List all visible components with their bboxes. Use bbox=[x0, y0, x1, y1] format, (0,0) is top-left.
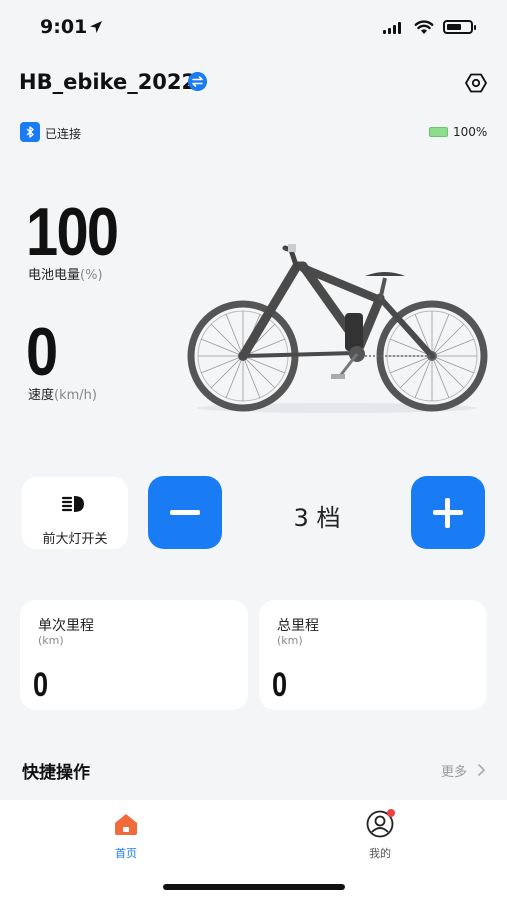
quick-actions-more-link[interactable]: 更多 bbox=[441, 761, 467, 780]
cellular-signal-icon bbox=[383, 22, 401, 34]
connection-status: 已连接 bbox=[45, 127, 82, 141]
total-mileage-title: 总里程 bbox=[277, 618, 319, 634]
speed-value: 0 bbox=[26, 314, 58, 390]
total-mileage-card: 总里程 (km) 0 bbox=[259, 600, 487, 710]
home-icon[interactable] bbox=[113, 812, 139, 836]
location-arrow-icon bbox=[90, 21, 102, 33]
tab-home[interactable]: 首页 bbox=[100, 845, 152, 861]
status-battery-icon bbox=[443, 20, 476, 34]
headlight-label: 前大灯开关 bbox=[42, 532, 108, 547]
wifi-icon bbox=[414, 20, 434, 34]
status-time: 9:01 bbox=[40, 16, 88, 38]
battery-level-icon bbox=[429, 127, 448, 137]
tab-me[interactable]: 我的 bbox=[354, 845, 406, 861]
home-indicator bbox=[163, 884, 345, 890]
battery-value: 100 bbox=[26, 194, 119, 270]
battery-unit: (%) bbox=[80, 268, 103, 283]
total-mileage-value: 0 bbox=[272, 666, 288, 704]
switch-device-icon[interactable] bbox=[188, 72, 207, 91]
speed-label-text: 速度 bbox=[28, 388, 55, 403]
battery-label-text: 电池电量 bbox=[28, 268, 81, 283]
trip-mileage-title: 单次里程 bbox=[38, 618, 94, 634]
battery-percent: 100% bbox=[453, 125, 488, 139]
bluetooth-icon bbox=[20, 122, 40, 142]
gear-up-button[interactable] bbox=[411, 476, 485, 549]
speed-unit: (km/h) bbox=[54, 388, 97, 403]
device-name: HB_ebike_2022 bbox=[19, 70, 197, 94]
chevron-right-icon[interactable] bbox=[476, 763, 486, 777]
notification-dot bbox=[387, 809, 395, 817]
trip-mileage-unit: (km) bbox=[38, 634, 64, 647]
ebike-illustration bbox=[187, 244, 488, 413]
headlight-icon bbox=[61, 496, 84, 512]
gear-down-button[interactable] bbox=[148, 476, 222, 549]
gear-level: 3 档 bbox=[293, 504, 341, 532]
speed-label: 速度(km/h) bbox=[28, 384, 97, 403]
battery-label: 电池电量(%) bbox=[28, 264, 103, 283]
trip-mileage-card: 单次里程 (km) 0 bbox=[20, 600, 248, 710]
trip-mileage-value: 0 bbox=[33, 666, 49, 704]
settings-icon[interactable] bbox=[465, 72, 487, 94]
quick-actions-title: 快捷操作 bbox=[22, 763, 90, 783]
total-mileage-unit: (km) bbox=[277, 634, 303, 647]
